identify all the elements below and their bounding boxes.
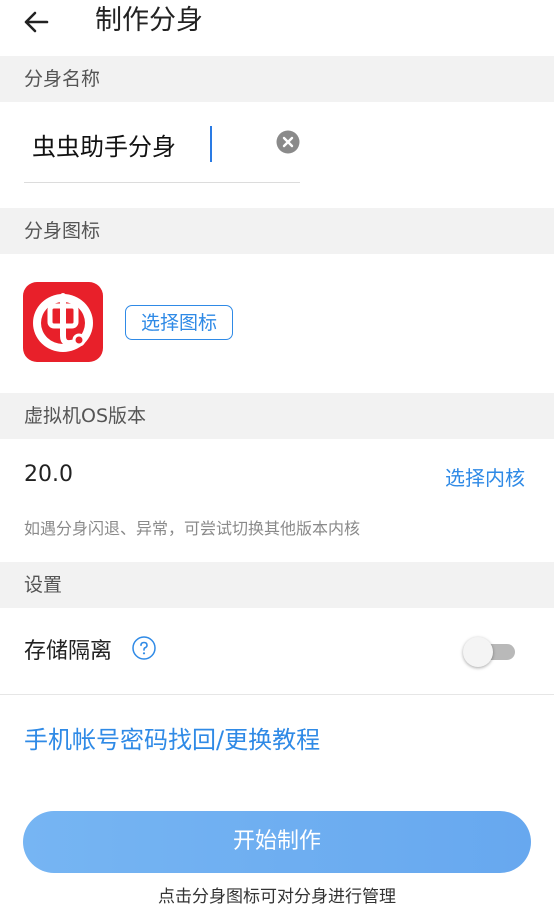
name-field-container xyxy=(24,116,300,183)
question-circle-icon[interactable] xyxy=(132,636,156,660)
choose-kernel-link[interactable]: 选择内核 xyxy=(445,462,525,491)
close-circle-icon[interactable] xyxy=(275,129,301,155)
clone-app-icon[interactable] xyxy=(23,282,103,362)
account-recovery-tutorial-link[interactable]: 手机帐号密码找回/更换教程 xyxy=(24,720,320,755)
section-header-icon: 分身图标 xyxy=(0,208,554,254)
toggle-thumb xyxy=(463,637,493,667)
section-header-name: 分身名称 xyxy=(0,56,554,102)
section-header-settings: 设置 xyxy=(0,562,554,608)
text-cursor xyxy=(210,126,212,162)
section-label: 设置 xyxy=(24,574,63,596)
section-label: 虚拟机OS版本 xyxy=(24,405,147,427)
section-header-os-version: 虚拟机OS版本 xyxy=(0,393,554,439)
choose-icon-button[interactable]: 选择图标 xyxy=(125,305,233,340)
storage-isolation-label: 存储隔离 xyxy=(24,639,113,664)
page-title: 制作分身 xyxy=(95,5,203,36)
clone-name-input[interactable] xyxy=(32,124,262,164)
start-create-button[interactable]: 开始制作 xyxy=(23,811,531,873)
divider xyxy=(0,694,554,695)
os-version-value: 20.0 xyxy=(24,462,73,487)
os-version-hint: 如遇分身闪退、异常，可尝试切换其他版本内核 xyxy=(24,519,361,538)
storage-isolation-toggle[interactable] xyxy=(463,637,515,667)
section-label: 分身名称 xyxy=(24,68,101,90)
arrow-left-icon[interactable] xyxy=(22,8,50,36)
footer-hint: 点击分身图标可对分身进行管理 xyxy=(158,887,396,907)
section-label: 分身图标 xyxy=(24,220,101,242)
app-header: 制作分身 xyxy=(0,0,554,56)
chongchong-logo-icon xyxy=(33,293,93,352)
